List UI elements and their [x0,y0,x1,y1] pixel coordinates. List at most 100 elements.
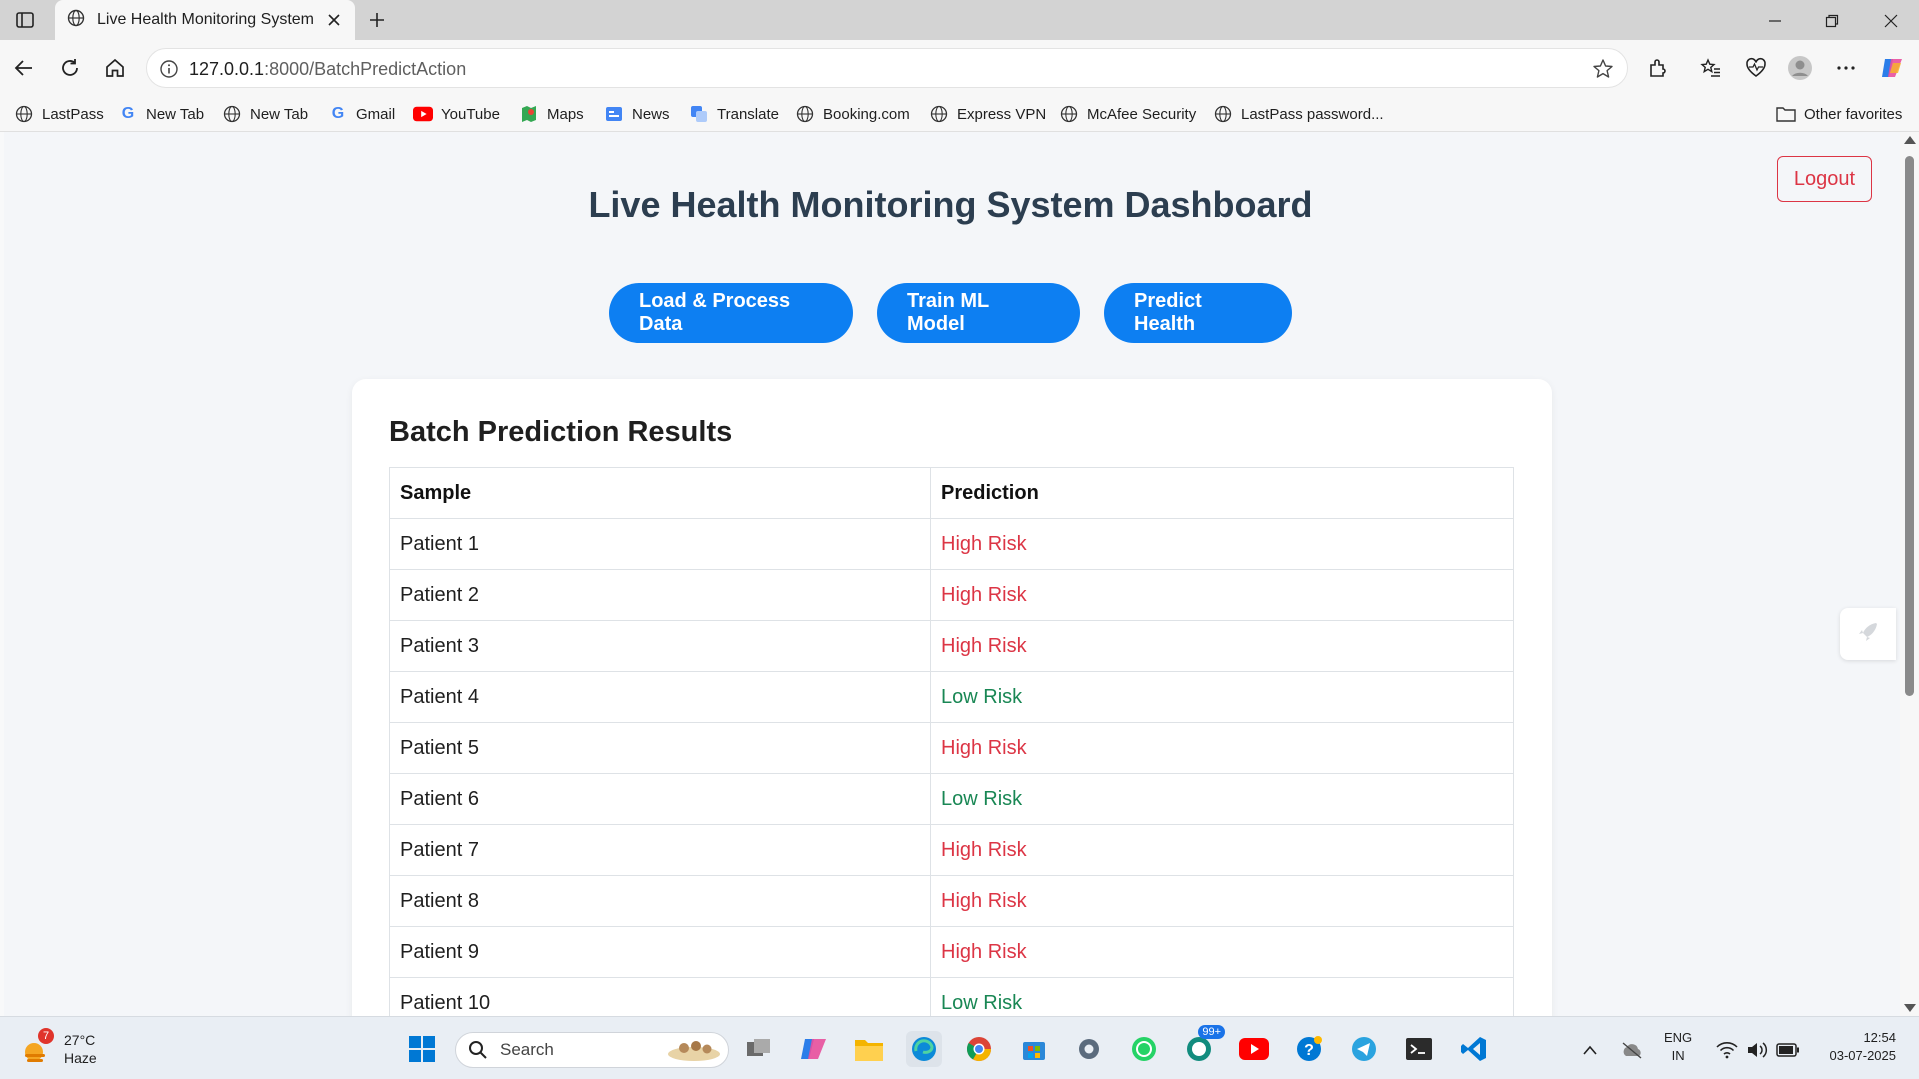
onedrive-icon[interactable] [1620,1035,1644,1065]
whatsapp-business-icon[interactable]: 99+ [1181,1025,1225,1067]
browser-tab[interactable]: Live Health Monitoring System [55,0,355,40]
scrollbar-thumb[interactable] [1905,156,1914,696]
weather-widget[interactable]: 7 27°C Haze [20,1028,97,1069]
language-indicator[interactable]: ENG IN [1664,1029,1692,1065]
bookmark-lastpass-password[interactable]: LastPass password... [1213,102,1384,126]
favorites-icon[interactable] [1697,54,1725,82]
wifi-icon[interactable] [1716,1035,1738,1065]
bookmark-lastpass[interactable]: LastPass [14,102,104,126]
sample-cell: Patient 3 [389,620,931,672]
tab-actions-icon[interactable] [12,8,38,32]
table-row: Patient 6 Low Risk [389,773,1514,825]
home-icon[interactable] [101,54,129,82]
new-tab-button[interactable] [364,7,390,33]
sample-cell: Patient 5 [389,722,931,774]
bookmark-gmail[interactable]: G Gmail [328,102,395,126]
load-process-data-button[interactable]: Load & Process Data [609,283,853,343]
sample-cell: Patient 4 [389,671,931,723]
browser-essentials-icon[interactable] [1742,54,1770,82]
task-view-icon[interactable] [741,1031,777,1067]
news-icon [604,104,624,124]
other-favorites[interactable]: Other favorites [1776,102,1902,126]
folder-icon [1776,104,1796,124]
results-heading: Batch Prediction Results [389,416,733,448]
help-icon[interactable]: ? [1291,1031,1327,1067]
volume-icon[interactable] [1746,1035,1768,1065]
bookmark-new-tab[interactable]: New Tab [222,102,308,126]
table-row: Patient 4 Low Risk [389,671,1514,723]
youtube-app-icon[interactable] [1236,1031,1272,1067]
vscode-icon[interactable] [1456,1031,1492,1067]
bookmark-label: McAfee Security [1087,105,1197,123]
start-button[interactable] [404,1031,440,1067]
globe-icon [222,104,242,124]
globe-icon [67,9,85,32]
chrome-icon[interactable] [961,1031,997,1067]
url-text: 127.0.0.1:8000/BatchPredictAction [189,59,466,80]
bookmark-translate[interactable]: Translate [689,102,779,126]
restore-icon[interactable] [1819,8,1845,34]
back-icon[interactable] [10,54,38,82]
edge-browser-icon[interactable] [906,1031,942,1067]
settings-icon[interactable] [1071,1031,1107,1067]
train-ml-model-button[interactable]: Train ML Model [877,283,1080,343]
region-code: IN [1671,1048,1685,1063]
search-icon [468,1040,488,1060]
svg-text:?: ? [1304,1042,1314,1059]
bookmark-express-vpn[interactable]: Express VPN [929,102,1046,126]
minimize-icon[interactable] [1762,8,1788,34]
bookmark-youtube[interactable]: YouTube [413,102,500,126]
bookmark-mcafee[interactable]: McAfee Security [1059,102,1196,126]
copilot-icon[interactable] [1878,54,1906,82]
windows-taskbar: 7 27°C Haze Search 99+ ? ENG IN 12:54 03… [0,1016,1919,1079]
sample-cell: Patient 8 [389,875,931,927]
more-options-icon[interactable] [1832,54,1860,82]
refresh-icon[interactable] [56,54,84,82]
bookmark-label: News [632,105,670,123]
taskbar-search[interactable]: Search [455,1032,729,1068]
system-clock[interactable]: 12:54 03-07-2025 [1816,1029,1897,1065]
table-row: Patient 5 High Risk [389,722,1514,774]
side-widget-button[interactable] [1840,608,1896,660]
scroll-up-icon[interactable] [1904,136,1916,144]
results-card: Batch Prediction Results Sample Predicti… [352,379,1552,1016]
bookmark-new-tab-google[interactable]: G New Tab [118,102,204,126]
telegram-icon[interactable] [1346,1031,1382,1067]
url-host: 127.0.0.1 [189,59,265,79]
weather-desc: Haze [64,1050,97,1066]
favorite-star-icon[interactable] [1591,57,1615,81]
weather-badge: 7 [38,1028,54,1044]
globe-icon [795,104,815,124]
prediction-cell: High Risk [930,824,1514,876]
bookmark-booking[interactable]: Booking.com [795,102,910,126]
bookmark-maps[interactable]: Maps [519,102,584,126]
scroll-down-icon[interactable] [1904,1004,1916,1012]
predict-health-button[interactable]: Predict Health [1104,283,1292,343]
weather-temp: 27°C [64,1032,96,1048]
close-window-icon[interactable] [1878,8,1904,34]
extensions-icon[interactable] [1644,54,1672,82]
clock-time: 12:54 [1863,1030,1896,1045]
notification-badge: 99+ [1198,1025,1225,1039]
prediction-cell: High Risk [930,875,1514,927]
copilot-app-icon[interactable] [796,1031,832,1067]
store-icon[interactable] [1016,1031,1052,1067]
file-explorer-icon[interactable] [851,1031,887,1067]
address-bar[interactable]: 127.0.0.1:8000/BatchPredictAction [146,48,1628,88]
terminal-icon[interactable] [1401,1031,1437,1067]
profile-avatar-icon[interactable] [1786,54,1814,82]
whatsapp-icon[interactable] [1126,1031,1162,1067]
battery-icon[interactable] [1776,1035,1800,1065]
bookmark-label: LastPass password... [1241,105,1384,123]
tab-strip: Live Health Monitoring System [0,0,1919,40]
browser-toolbar: 127.0.0.1:8000/BatchPredictAction [0,40,1919,96]
page-scrollbar[interactable] [1900,132,1919,1016]
bookmark-news[interactable]: News [604,102,670,126]
bookmark-label: YouTube [441,105,500,123]
bookmark-label: Express VPN [957,105,1047,123]
site-info-icon[interactable] [159,59,179,79]
bookmark-label: Booking.com [823,105,910,123]
show-hidden-icons[interactable] [1582,1035,1598,1065]
close-tab-icon[interactable] [323,9,345,31]
sample-cell: Patient 6 [389,773,931,825]
